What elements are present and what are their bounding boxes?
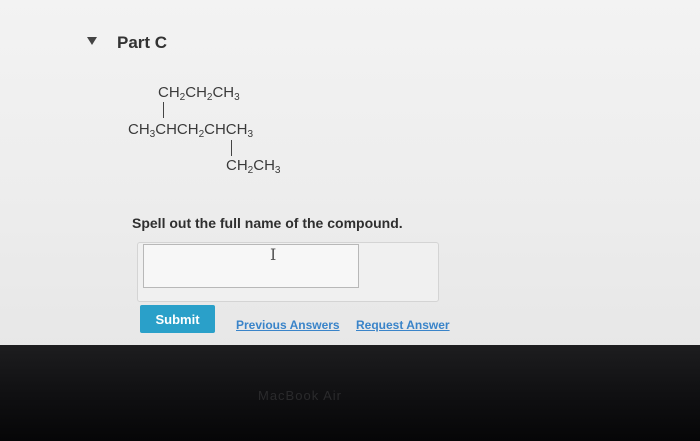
answer-input[interactable] [143,244,359,288]
submit-button[interactable]: Submit [140,305,215,333]
main-chain: CH3CHCH2CHCH3 [128,121,254,140]
browser-screen: Part C CH2CH2CH3 CH3CHCH2CHCH3 CH2CH3 Sp… [0,0,700,350]
laptop-bezel [0,345,700,441]
bottom-substituent: CH2CH3 [226,157,281,176]
question-instruction: Spell out the full name of the compound. [132,215,403,231]
bond-top [163,102,165,118]
bond-bottom [231,140,233,156]
collapse-triangle-icon[interactable] [86,36,98,46]
part-title: Part C [117,33,168,52]
laptop-brand-label: MacBook Air [258,388,342,403]
top-substituent: CH2CH2CH3 [158,84,240,103]
text-cursor-icon: I [270,245,277,264]
previous-answers-link[interactable]: Previous Answers [236,318,340,332]
chemical-structure: CH2CH2CH3 CH3CHCH2CHCH3 CH2CH3 [122,84,322,194]
request-answer-link[interactable]: Request Answer [356,318,450,332]
